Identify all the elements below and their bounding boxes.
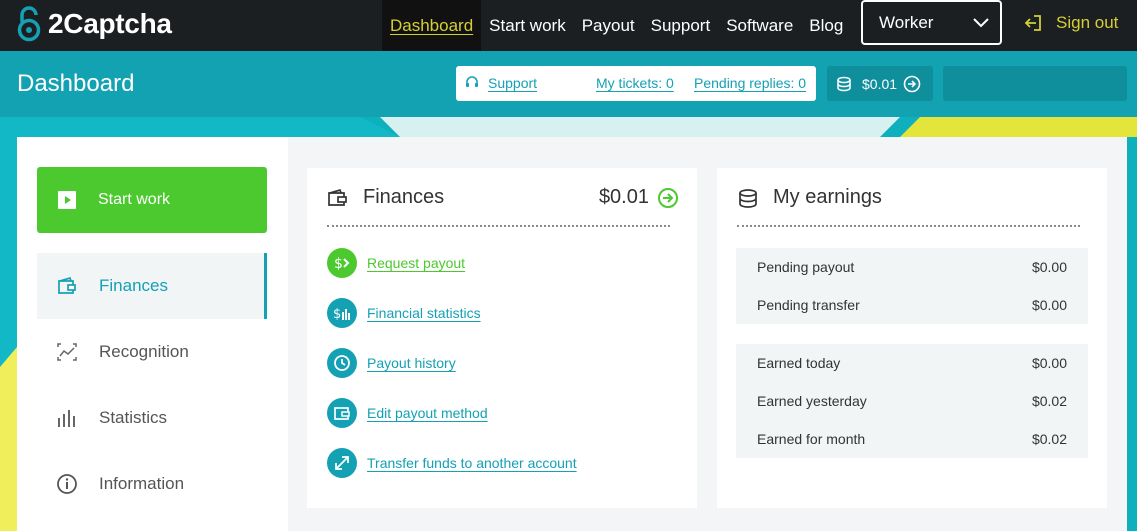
transfer-arrows-icon [327,448,357,478]
start-work-label: Start work [98,191,171,208]
padlock-logo-icon [17,6,41,42]
nav-support[interactable]: Support [643,0,719,51]
divider [327,225,670,227]
finances-panel: Finances $0.01 $ Request payout $ Financ… [307,168,697,508]
earnings-row-value: $0.00 [1031,355,1067,371]
earnings-panel: My earnings Pending payout $0.00 Pending… [717,168,1107,508]
nav-dashboard[interactable]: Dashboard [382,0,482,51]
logo[interactable]: 2Captcha [16,6,172,42]
main-nav: Dashboard Start work Payout Support Soft… [382,0,851,51]
sidebar-item-recognition[interactable]: Recognition [37,319,267,385]
finances-title: Finances [363,186,445,208]
dashboard-header: Dashboard Support My tickets: 0 Pending … [0,51,1137,117]
earnings-row-value: $0.02 [1031,431,1067,447]
history-clock-icon [327,348,357,378]
earnings-row-label: Pending payout [757,259,855,275]
main-card: Start work Finances Recognition Statisti… [17,137,1127,531]
dollar-arrow-icon: $ [327,248,357,278]
financial-statistics-label: Financial statistics [367,305,481,321]
page-title: Dashboard [17,70,135,97]
earnings-row-label: Pending transfer [757,297,860,313]
payout-history-label: Payout history [367,355,456,371]
top-navbar: 2Captcha Dashboard Start work Payout Sup… [0,0,1137,51]
brand-name: 2Captcha [48,8,172,39]
balance-button[interactable]: $0.01 [827,66,933,101]
sidebar-item-information[interactable]: Information [37,451,267,517]
role-select-value: Worker [879,12,934,32]
payout-history-link[interactable]: Payout history [327,347,456,379]
svg-text:$: $ [333,307,341,322]
sign-out-button[interactable]: Sign out [1024,0,1118,45]
request-payout-label: Request payout [367,255,466,271]
earnings-row: Earned yesterday $0.02 [736,382,1088,420]
info-icon [57,474,77,494]
balance-amount: $0.01 [862,75,898,92]
header-action-box[interactable] [943,66,1127,101]
finances-amount: $0.01 [598,186,649,208]
transfer-funds-link[interactable]: Transfer funds to another account [327,447,577,479]
transfer-funds-label: Transfer funds to another account [367,455,577,471]
pending-group: Pending payout $0.00 Pending transfer $0… [736,248,1088,324]
wallet-icon [328,188,347,206]
pending-replies-link[interactable]: Pending replies: 0 [694,75,806,91]
sidebar: Start work Finances Recognition Statisti… [17,137,288,531]
support-box: Support My tickets: 0 Pending replies: 0 [456,66,816,101]
earnings-row-label: Earned for month [757,431,866,447]
earnings-row: Pending transfer $0.00 [736,286,1088,324]
sidebar-item-label: Recognition [99,342,189,361]
earnings-row: Pending payout $0.00 [736,248,1088,286]
support-link[interactable]: Support [488,75,537,91]
earnings-row-label: Earned today [757,355,841,371]
my-tickets-link[interactable]: My tickets: 0 [596,75,674,91]
earnings-row: Earned today $0.00 [736,344,1088,382]
financial-statistics-link[interactable]: $ Financial statistics [327,297,481,329]
sidebar-item-label: Statistics [99,408,168,427]
arrow-right-circle-icon[interactable] [657,187,679,209]
earnings-row-value: $0.02 [1031,393,1067,409]
recognition-icon [57,343,77,361]
wallet-icon [58,276,76,294]
sidebar-item-label: Information [99,474,185,493]
earnings-title: My earnings [773,186,882,208]
sign-out-label: Sign out [1056,12,1119,32]
divider [737,225,1080,227]
nav-start-work[interactable]: Start work [481,0,574,51]
edit-payout-method-label: Edit payout method [367,405,488,421]
arrow-right-circle-icon [903,75,921,92]
svg-text:$: $ [334,256,343,272]
sign-out-icon [1024,14,1041,31]
earnings-row-value: $0.00 [1031,297,1067,313]
sidebar-item-label: Finances [99,276,168,295]
database-icon [739,189,757,208]
earnings-row-label: Earned yesterday [757,393,867,409]
earnings-row-value: $0.00 [1031,259,1067,275]
request-payout-link[interactable]: $ Request payout [327,247,465,279]
nav-payout[interactable]: Payout [574,0,643,51]
dollar-bars-icon: $ [327,298,357,328]
edit-payout-method-link[interactable]: Edit payout method [327,397,488,429]
earnings-row: Earned for month $0.02 [736,420,1088,458]
nav-blog[interactable]: Blog [801,0,851,51]
role-select[interactable]: Worker [861,0,1002,45]
headset-icon [466,76,478,87]
wallet-icon [327,398,357,428]
earned-group: Earned today $0.00 Earned yesterday $0.0… [736,344,1088,458]
play-icon [58,191,76,209]
sidebar-item-finances[interactable]: Finances [37,253,267,319]
start-work-button[interactable]: Start work [37,167,267,233]
bar-chart-icon [58,410,75,427]
database-icon [837,76,851,91]
sidebar-item-statistics[interactable]: Statistics [37,385,267,451]
chevron-down-icon [973,18,989,28]
nav-software[interactable]: Software [718,0,801,51]
